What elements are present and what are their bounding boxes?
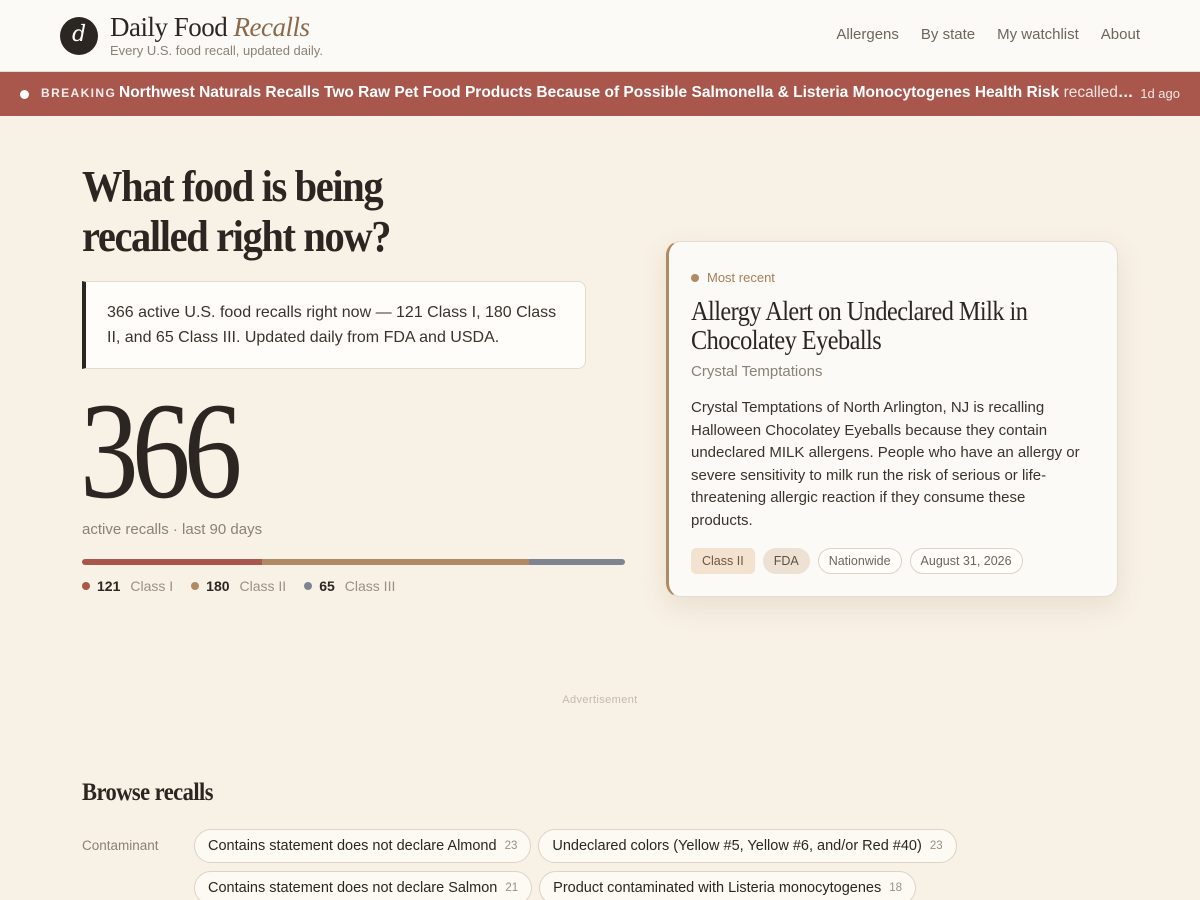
main-nav: Allergens By state My watchlist About <box>836 26 1140 43</box>
chip-count: 21 <box>505 882 519 894</box>
site-header: d Daily Food Recalls Every U.S. food rec… <box>0 0 1200 72</box>
class-badge: Class II <box>691 548 755 574</box>
brand-tagline: Every U.S. food recall, updated daily. <box>110 43 323 58</box>
card-eyebrow: Most recent <box>691 270 775 285</box>
breaking-age: 1d ago <box>1140 86 1180 101</box>
legend-label: Class I <box>130 578 174 594</box>
contaminant-chip[interactable]: Undeclared colors (Yellow #5, Yellow #6,… <box>538 829 957 863</box>
breaking-headline-text: Northwest Naturals Recalls Two Raw Pet F… <box>119 84 1060 101</box>
logo[interactable]: d <box>60 17 98 55</box>
class-ii-dot-icon <box>191 582 200 590</box>
breaking-banner[interactable]: BREAKING Northwest Naturals Recalls Two … <box>0 72 1200 116</box>
total-count: 366 <box>80 374 242 527</box>
chip-label: Contains statement does not declare Almo… <box>208 838 497 854</box>
class-ii-segment <box>261 559 529 565</box>
agency-badge: FDA <box>762 548 810 574</box>
brand[interactable]: Daily Food Recalls Every U.S. food recal… <box>110 12 323 58</box>
dot-icon <box>691 273 699 282</box>
brand-accent: Recalls <box>233 12 310 42</box>
breaking-headline[interactable]: Northwest Naturals Recalls Two Raw Pet F… <box>119 84 1134 102</box>
contaminant-label: Contaminant <box>82 838 159 853</box>
chip-label: Product contaminated with Listeria monoc… <box>553 880 882 896</box>
chip-label: Contains statement does not declare Salm… <box>208 880 498 896</box>
class-i-dot-icon <box>82 582 90 590</box>
class-distribution-bar <box>82 559 625 565</box>
contaminant-chip[interactable]: Product contaminated with Listeria monoc… <box>539 871 917 900</box>
breaking-reason: recalled — Listeria monocytogenes <box>1063 84 1134 101</box>
eyebrow-label: Most recent <box>707 270 775 285</box>
contaminant-chips: Contains statement does not declare Almo… <box>194 829 994 900</box>
legend-count: 65 <box>319 578 335 594</box>
contaminant-chip[interactable]: Contains statement does not declare Almo… <box>194 829 532 863</box>
legend-class-i[interactable]: 121 Class I <box>82 578 173 594</box>
chip-count: 23 <box>504 840 518 852</box>
card-description: Crystal Temptations of North Arlington, … <box>691 399 1080 529</box>
nav-my-watchlist[interactable]: My watchlist <box>997 26 1079 43</box>
legend-count: 121 <box>97 578 121 594</box>
legend-label: Class III <box>344 578 396 594</box>
legend-label: Class II <box>239 578 287 594</box>
chip-count: 18 <box>889 882 903 894</box>
chip-count: 23 <box>929 840 943 852</box>
class-iii-segment <box>528 559 625 565</box>
most-recent-card[interactable]: Most recent Allergy Alert on Undeclared … <box>666 241 1118 597</box>
legend-class-ii[interactable]: 180 Class II <box>191 578 286 594</box>
browse-title: Browse recalls <box>82 779 214 806</box>
advertisement-label: Advertisement <box>562 694 638 706</box>
chip-label: Undeclared colors (Yellow #5, Yellow #6,… <box>552 838 922 854</box>
breaking-label: BREAKING <box>41 86 117 100</box>
card-tags: Class II FDA Nationwide August 31, 2026 <box>691 548 1023 574</box>
legend-count: 180 <box>206 578 230 594</box>
page-title: What food is being recalled right now? <box>82 162 391 261</box>
summary-callout: 366 active U.S. food recalls right now —… <box>82 281 586 369</box>
class-legend: 121 Class I 180 Class II 65 Class III <box>82 578 395 594</box>
class-i-segment <box>82 559 262 565</box>
brand-main: Daily Food <box>110 12 228 42</box>
contaminant-chip[interactable]: Contains statement does not declare Salm… <box>194 871 533 900</box>
nav-allergens[interactable]: Allergens <box>836 26 899 43</box>
nav-about[interactable]: About <box>1101 26 1140 43</box>
nav-by-state[interactable]: By state <box>921 26 975 43</box>
brand-title: Daily Food Recalls <box>110 12 323 42</box>
legend-class-iii[interactable]: 65 Class III <box>304 578 395 594</box>
class-iii-dot-icon <box>304 582 313 590</box>
card-title[interactable]: Allergy Alert on Undeclared Milk in Choc… <box>691 297 1078 355</box>
live-dot-icon <box>20 90 29 99</box>
scope-badge: Nationwide <box>817 548 902 574</box>
total-count-label: active recalls · last 90 days <box>82 521 263 538</box>
date-badge: August 31, 2026 <box>909 548 1023 574</box>
card-company: Crystal Temptations <box>691 363 823 380</box>
